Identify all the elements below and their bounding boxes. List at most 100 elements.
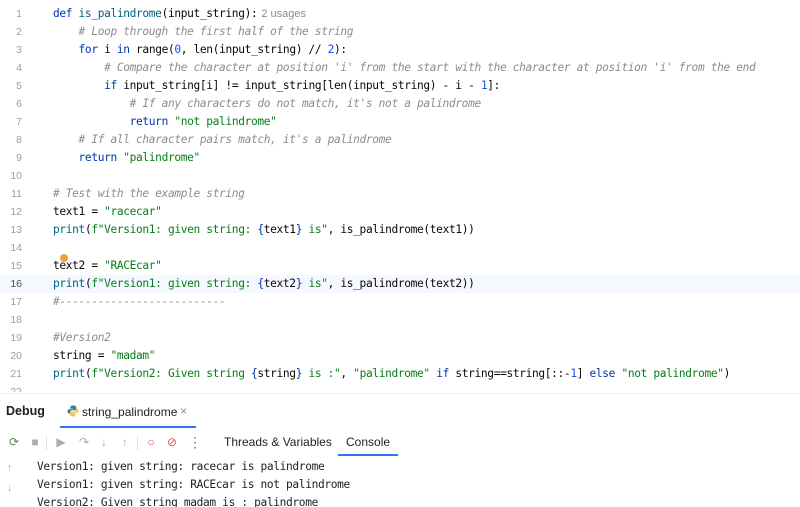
code-text: print(f"Version1: given string: {text1} …	[53, 221, 475, 239]
line-number[interactable]: 17	[0, 293, 22, 311]
code-token: "palindrome"	[123, 151, 200, 164]
more-options-icon[interactable]: ⋮	[187, 434, 203, 450]
usages-hint[interactable]: 2 usages	[261, 8, 306, 20]
code-token: else	[589, 367, 622, 380]
code-token: f"Version1: given string:	[91, 223, 258, 236]
code-token: input_string[i] != input_string[len(inpu…	[123, 79, 481, 92]
mute-breakpoints-icon[interactable]: ⊘	[164, 434, 180, 450]
line-number[interactable]: 2	[0, 23, 22, 41]
tab-threads-variables[interactable]: Threads & Variables	[216, 430, 340, 456]
code-token: in	[116, 43, 137, 56]
code-line[interactable]: 14	[0, 239, 800, 257]
tab-console[interactable]: Console	[338, 430, 399, 456]
code-line[interactable]: 10	[0, 167, 800, 185]
code-token: if	[104, 79, 124, 92]
code-token: , is_palindrome(text1))	[327, 223, 475, 236]
code-line[interactable]: 20 string = "madam"	[0, 347, 800, 365]
code-line[interactable]: 19 #Version2	[0, 329, 800, 347]
code-line[interactable]: 16 print(f"Version1: given string: {text2…	[0, 275, 800, 293]
line-number[interactable]: 5	[0, 77, 22, 95]
code-token: #Version2	[53, 331, 111, 344]
python-icon	[67, 405, 79, 417]
line-number[interactable]: 8	[0, 131, 22, 149]
line-number[interactable]: 21	[0, 365, 22, 383]
code-line[interactable]: 8 # If all character pairs match, it's a…	[0, 131, 800, 149]
code-token: is"	[302, 223, 328, 236]
line-number[interactable]: 19	[0, 329, 22, 347]
code-token: "racecar"	[104, 205, 162, 218]
line-number[interactable]: 9	[0, 149, 22, 167]
code-line[interactable]: 7 return "not palindrome"	[0, 113, 800, 131]
line-number[interactable]: 6	[0, 95, 22, 113]
line-number[interactable]: 11	[0, 185, 22, 203]
line-number[interactable]: 18	[0, 311, 22, 329]
code-token: range(	[136, 43, 175, 56]
line-number[interactable]: 22	[0, 383, 22, 392]
stop-icon[interactable]: ■	[27, 434, 43, 450]
close-icon[interactable]: ×	[180, 404, 187, 418]
code-text: string = "madam"	[53, 347, 156, 365]
code-token: text1 =	[53, 205, 105, 218]
line-number[interactable]: 12	[0, 203, 22, 221]
line-number[interactable]: 20	[0, 347, 22, 365]
step-into-icon[interactable]: ↓	[96, 434, 112, 450]
code-line[interactable]: 15 text2 = "RACEcar"	[0, 257, 800, 275]
code-line[interactable]: 22	[0, 383, 800, 392]
code-line[interactable]: 6 # If any characters do not match, it's…	[0, 95, 800, 113]
code-line[interactable]: 4 # Compare the character at position 'i…	[0, 59, 800, 77]
code-line[interactable]: 17 #--------------------------	[0, 293, 800, 311]
code-token: # If any characters do not match, it's n…	[129, 97, 482, 110]
line-number[interactable]: 15	[0, 257, 22, 275]
code-line[interactable]: 9 return "palindrome"	[0, 149, 800, 167]
line-number[interactable]: 4	[0, 59, 22, 77]
line-number[interactable]: 10	[0, 167, 22, 185]
tab-debug-session[interactable]: string_palindrome ×	[60, 394, 196, 428]
code-token: string==string[::-	[455, 367, 571, 380]
code-token: "not palindrome"	[621, 367, 724, 380]
line-number[interactable]: 13	[0, 221, 22, 239]
console-line: Version1: given string: RACEcar is not p…	[37, 478, 350, 491]
code-line[interactable]: 3 for i in range(0, len(input_string) //…	[0, 41, 800, 59]
code-line[interactable]: 13 print(f"Version1: given string: {text1…	[0, 221, 800, 239]
code-token: "palindrome"	[353, 367, 430, 380]
code-token: text1	[263, 223, 296, 236]
code-token: "madam"	[110, 349, 156, 362]
code-text: print(f"Version2: Given string {string} …	[53, 365, 730, 383]
line-number[interactable]: 14	[0, 239, 22, 257]
code-token: print	[53, 223, 85, 236]
line-number[interactable]: 16	[0, 275, 22, 293]
code-token: is_palindrome	[78, 7, 162, 20]
scroll-down-icon[interactable]: ↓	[7, 482, 13, 494]
debug-tool-window: Debug string_palindrome × ⟳ ■ ▶ ↷ ↓ ↑ ○ …	[0, 393, 800, 507]
code-line[interactable]: 1 def is_palindrome(input_string): 2 usage…	[0, 5, 800, 23]
code-text: #--------------------------	[53, 293, 226, 311]
code-line[interactable]: 12 text1 = "racecar"	[0, 203, 800, 221]
step-out-icon[interactable]: ↑	[117, 434, 133, 450]
code-line[interactable]: 18	[0, 311, 800, 329]
step-over-icon[interactable]: ↷	[76, 434, 92, 450]
intention-bulb-icon[interactable]	[60, 254, 68, 262]
line-number[interactable]: 7	[0, 113, 22, 131]
line-number[interactable]: 3	[0, 41, 22, 59]
code-token: )	[723, 367, 731, 380]
code-text: # Test with the example string	[53, 185, 245, 203]
rerun-icon[interactable]: ⟳	[6, 434, 22, 450]
code-line[interactable]: 5 if input_string[i] != input_string[len…	[0, 77, 800, 95]
code-line[interactable]: 21 print(f"Version2: Given string {string…	[0, 365, 800, 383]
resume-icon[interactable]: ▶	[53, 434, 69, 450]
scroll-up-icon[interactable]: ↑	[7, 462, 13, 474]
code-token: return	[129, 115, 175, 128]
line-number[interactable]: 1	[0, 5, 22, 23]
code-editor[interactable]: 1 def is_palindrome(input_string): 2 usage…	[0, 0, 800, 392]
view-breakpoints-icon[interactable]: ○	[143, 434, 159, 450]
code-line[interactable]: 11 # Test with the example string	[0, 185, 800, 203]
code-token: print	[53, 367, 85, 380]
code-token: #--------------------------	[53, 295, 226, 308]
code-line[interactable]: 2 # Loop through the first half of the s…	[0, 23, 800, 41]
console-output[interactable]: ↑ ↓ Version1: given string: racecar is p…	[0, 458, 800, 507]
